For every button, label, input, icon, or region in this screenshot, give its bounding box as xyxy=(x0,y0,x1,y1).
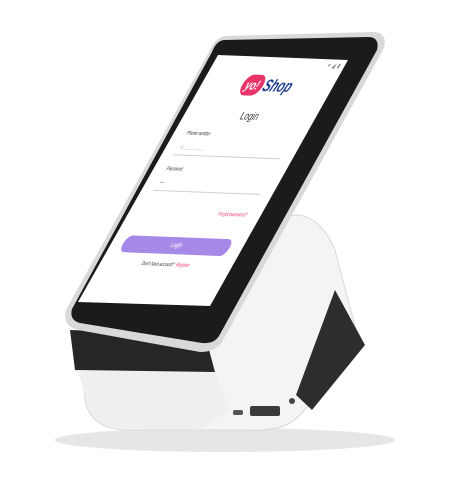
register-link[interactable]: Register xyxy=(174,262,191,268)
login-button[interactable]: Login xyxy=(118,235,235,257)
password-field[interactable]: •••• xyxy=(152,175,268,195)
password-label: Password xyxy=(164,166,184,173)
card-slot xyxy=(250,406,280,416)
app-logo: yo!Shop xyxy=(193,73,338,104)
status-bar: ▾ ◢ ▮ xyxy=(325,63,342,70)
register-row: Don't have account?Register xyxy=(99,260,232,271)
audio-port xyxy=(289,398,295,404)
page-title: Login xyxy=(237,110,262,124)
phone-field[interactable]: +1 ___ ___ ____ xyxy=(173,140,289,160)
product-photo: ▾ ◢ ▮ yo!Shop Login Phone number +1 ___ … xyxy=(0,0,451,496)
port-usb xyxy=(233,410,243,415)
forgot-password-link[interactable]: Forgot password? xyxy=(216,212,248,219)
base-front xyxy=(78,370,230,430)
no-account-text: Don't have account? xyxy=(139,261,176,269)
phone-label: Phone number xyxy=(185,130,212,138)
ground-shadow xyxy=(55,428,395,452)
